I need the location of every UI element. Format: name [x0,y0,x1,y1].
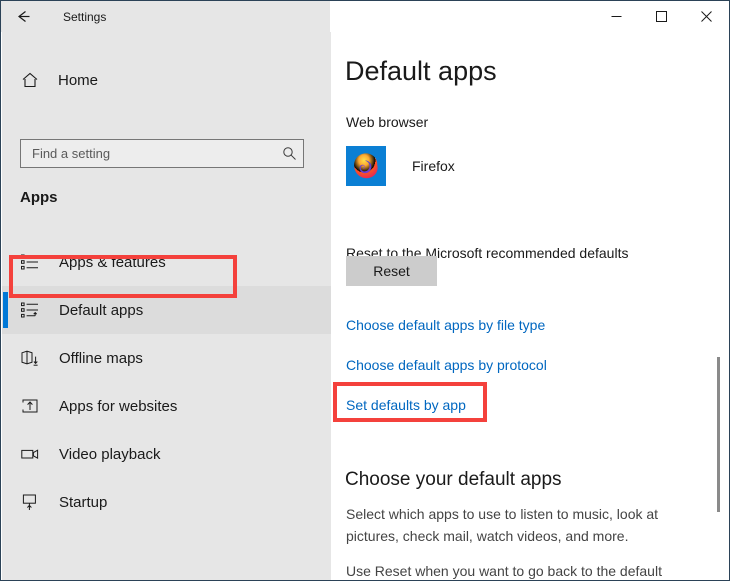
sidebar-item-label: Apps for websites [59,397,178,415]
main-content: Default apps Web browser Firefox Reset t… [331,32,729,580]
title-bar: Settings [1,1,729,32]
minimize-button[interactable] [594,1,639,32]
choose-paragraph-2: Use Reset when you want to go back to th… [346,563,662,579]
sidebar-item-label: Offline maps [59,349,143,367]
home-icon [20,70,40,90]
sidebar: Home Apps [2,32,331,580]
settings-window: Settings Home Find a setting Apps Apps &… [0,0,730,581]
list-arrow-icon [18,298,42,322]
window-controls [330,1,729,32]
sidebar-item-label: Startup [59,493,108,511]
sidebar-item-apps-for-websites[interactable]: Apps for websites [2,382,331,430]
web-browser-label: Web browser [346,114,429,130]
sidebar-item-offline-maps[interactable]: Offline maps [2,334,331,382]
sidebar-item-startup[interactable]: Startup [2,478,331,526]
choose-default-apps-by-protocol-link[interactable]: Choose default apps by protocol [346,357,547,373]
video-camera-icon [18,442,42,466]
sidebar-nav: Apps & features Default apps Offline map… [2,238,331,526]
home-label: Home [58,71,99,89]
search-input[interactable] [21,146,275,161]
maximize-button[interactable] [639,1,684,32]
sidebar-item-video-playback[interactable]: Video playback [2,430,331,478]
reset-button[interactable]: Reset [346,256,437,286]
monitor-up-arrow-icon [18,490,42,514]
map-download-icon [18,346,42,370]
close-button[interactable] [684,1,729,32]
sidebar-item-label: Apps & features [59,253,166,271]
choose-default-apps-by-file-type-link[interactable]: Choose default apps by file type [346,317,545,333]
firefox-icon [346,146,386,186]
back-button[interactable] [1,1,46,32]
page-title: Default apps [345,56,497,86]
sidebar-item-default-apps[interactable]: Default apps [2,286,331,334]
sidebar-section-title: Apps [20,189,58,206]
default-browser-name: Firefox [412,158,455,174]
sidebar-item-label: Video playback [59,445,161,463]
choose-paragraph-1: Select which apps to use to listen to mu… [346,506,659,544]
search-box[interactable] [20,139,304,168]
default-browser-row[interactable]: Firefox [346,146,455,186]
search-icon[interactable] [275,140,303,167]
list-icon [18,250,42,274]
box-up-arrow-icon [18,394,42,418]
sidebar-item-apps-features[interactable]: Apps & features [2,238,331,286]
window-title: Settings [63,9,107,24]
sidebar-item-label: Default apps [59,301,144,319]
sidebar-item-home[interactable]: Home [2,61,331,99]
title-bar-left: Settings [1,1,330,32]
set-defaults-by-app-link[interactable]: Set defaults by app [346,397,466,413]
content-scrollbar[interactable] [714,63,724,580]
choose-section-title: Choose your default apps [345,469,562,490]
scrollbar-thumb[interactable] [717,357,720,512]
